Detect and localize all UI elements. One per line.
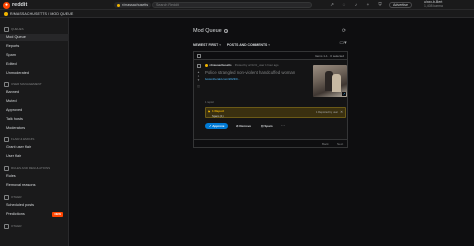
queue-filters: NEWEST FIRST ▾ POSTS AND COMMENTS ▾ — [193, 43, 270, 47]
next-button[interactable]: Next — [337, 142, 343, 146]
post-meta: r/massachusetts · Posted by u/zzzzz_user… — [205, 63, 278, 67]
sidebar-item-edited[interactable]: Edited — [0, 61, 69, 68]
community-chip[interactable]: r/massachusetts — [114, 2, 152, 8]
new-badge: NEW — [52, 212, 63, 217]
reddit-logo[interactable]: ● reddit — [3, 1, 27, 9]
user-menu[interactable]: u/xxx-b-Bert 1,408 karma — [424, 0, 443, 10]
more-options-icon[interactable]: ⋯ — [281, 123, 285, 129]
create-post-icon[interactable]: + — [365, 2, 371, 8]
community-icon — [205, 63, 208, 67]
sidebar-section-other[interactable]: OTHER — [0, 194, 69, 201]
close-icon[interactable]: ✕ — [340, 110, 343, 114]
sidebar-item-scheduled-posts[interactable]: Scheduled posts — [0, 202, 69, 209]
queue-post[interactable]: ▲ 1 ▼ ◫ r/massachusetts · Posted by u/zz… — [193, 59, 348, 140]
report-box: ⚑ 1 Report Spam (1) 1 Reported by user ✕ — [205, 107, 346, 118]
report-detail: 1 Reported by user — [315, 110, 338, 114]
sidebar-section-queues[interactable]: QUEUES — [0, 26, 69, 33]
sidebar-item-spam[interactable]: Spam — [0, 52, 69, 59]
approve-label: Approve — [212, 124, 225, 128]
sort-dropdown[interactable]: NEWEST FIRST ▾ — [193, 43, 221, 47]
sidebar-item-talk-hosts[interactable]: Talk hosts — [0, 116, 69, 123]
community-icon — [4, 11, 8, 16]
post-subreddit[interactable]: r/massachusetts — [210, 63, 232, 67]
page-title-text: Mod Queue — [193, 28, 222, 34]
spam-button[interactable]: ⊡ Spam — [258, 123, 276, 129]
sidebar-item-removal-reasons[interactable]: Removal reasons — [0, 182, 69, 189]
sidebar-item-grant-user-flair[interactable]: Grant user flair — [0, 144, 69, 151]
community-icon — [117, 3, 120, 7]
top-header: ● reddit r/massachusetts Search Reddit ↗… — [0, 0, 474, 10]
sidebar-item-predictions[interactable]: Predictions NEW — [0, 211, 69, 218]
remove-button[interactable]: ⊘ Remove — [233, 123, 254, 129]
sort-label: NEWEST FIRST — [193, 43, 219, 47]
breadcrumb: R/MASSACHUSETTS / MOD QUEUE — [0, 10, 474, 18]
remove-label: Remove — [239, 124, 252, 128]
sidebar-section-user-management[interactable]: USER MANAGEMENT — [0, 81, 69, 88]
queue-header: Items 1-1 · 0 selected — [193, 51, 348, 59]
page-title: Mod Queue i — [193, 28, 229, 34]
item-count: Items 1-1 · 0 selected — [315, 53, 344, 58]
reddit-alien-icon: ● — [3, 1, 10, 9]
chevron-down-icon: ▾ — [268, 43, 270, 47]
chevron-down-icon: ▾ — [219, 43, 221, 47]
downvote-icon[interactable]: ▼ — [196, 78, 201, 82]
post-title[interactable]: Police strangled non-violent handcuffed … — [205, 70, 310, 75]
sidebar-item-approved[interactable]: Approved — [0, 107, 69, 114]
post-link[interactable]: bostonherald.com/2023/0... — [205, 77, 240, 81]
breadcrumb-text: R/MASSACHUSETTS / MOD QUEUE — [10, 11, 74, 16]
info-icon[interactable]: i — [224, 28, 229, 33]
chat-icon[interactable]: ◌ — [341, 2, 347, 8]
mod-sidebar: QUEUES Mod Queue Reports Spam Edited Unm… — [0, 18, 69, 246]
sidebar-section-other-2[interactable]: OTHER — [0, 223, 69, 230]
sidebar-section-rules[interactable]: RULES AND REGULATIONS — [0, 165, 69, 172]
select-post-checkbox[interactable] — [197, 64, 201, 68]
sidebar-item-banned[interactable]: Banned — [0, 89, 69, 96]
report-count: 1 Report — [212, 109, 225, 114]
popular-icon[interactable]: ↗ — [329, 2, 335, 8]
logo-text: reddit — [12, 2, 28, 8]
external-link-icon: ↗ — [342, 92, 346, 96]
sidebar-item-reports[interactable]: Reports — [0, 43, 69, 50]
karma-count: 1,408 karma — [424, 4, 443, 8]
sidebar-item-mod-queue[interactable]: Mod Queue — [0, 34, 69, 41]
advertise-button[interactable]: Advertise — [389, 2, 412, 8]
post-author-time: · Posted by u/zzzzz_user 1 hour ago — [233, 63, 279, 67]
type-dropdown[interactable]: POSTS AND COMMENTS ▾ — [227, 43, 270, 47]
mod-shield-icon[interactable]: ⛨ — [377, 2, 383, 8]
report-reason: Spam (1) — [212, 113, 224, 118]
sidebar-item-moderators[interactable]: Moderators — [0, 125, 69, 132]
type-label: POSTS AND COMMENTS — [226, 43, 268, 47]
notifications-icon[interactable]: ♪ — [353, 2, 359, 8]
select-all-checkbox[interactable] — [197, 54, 201, 58]
approve-button[interactable]: ✓ Approve — [205, 123, 229, 129]
community-chip-label: r/massachusetts — [122, 3, 149, 7]
refresh-icon[interactable]: ⟳ — [341, 28, 347, 34]
reports-label: 1 report — [205, 101, 214, 104]
sidebar-item-rules[interactable]: Rules — [0, 173, 69, 180]
sidebar-item-unmoderated[interactable]: Unmoderated — [0, 70, 69, 77]
spam-label: Spam — [264, 124, 273, 128]
thumbnail-figure — [332, 74, 341, 92]
post-thumbnail[interactable]: ↗ — [313, 65, 347, 97]
sidebar-item-muted[interactable]: Muted — [0, 98, 69, 105]
back-button[interactable]: Back — [322, 142, 329, 146]
pager: Back Next — [193, 140, 348, 148]
flag-icon: ⚑ — [207, 109, 211, 114]
comment-icon[interactable]: ◫ — [196, 84, 201, 88]
search-input[interactable]: Search Reddit — [152, 2, 312, 8]
sidebar-item-predictions-label: Predictions — [6, 212, 25, 216]
sidebar-section-flair[interactable]: FLAIR & EMOJIS — [0, 136, 69, 143]
layout-toggle-icon[interactable]: ▭▾ — [339, 40, 347, 46]
sidebar-item-user-flair[interactable]: User flair — [0, 153, 69, 160]
